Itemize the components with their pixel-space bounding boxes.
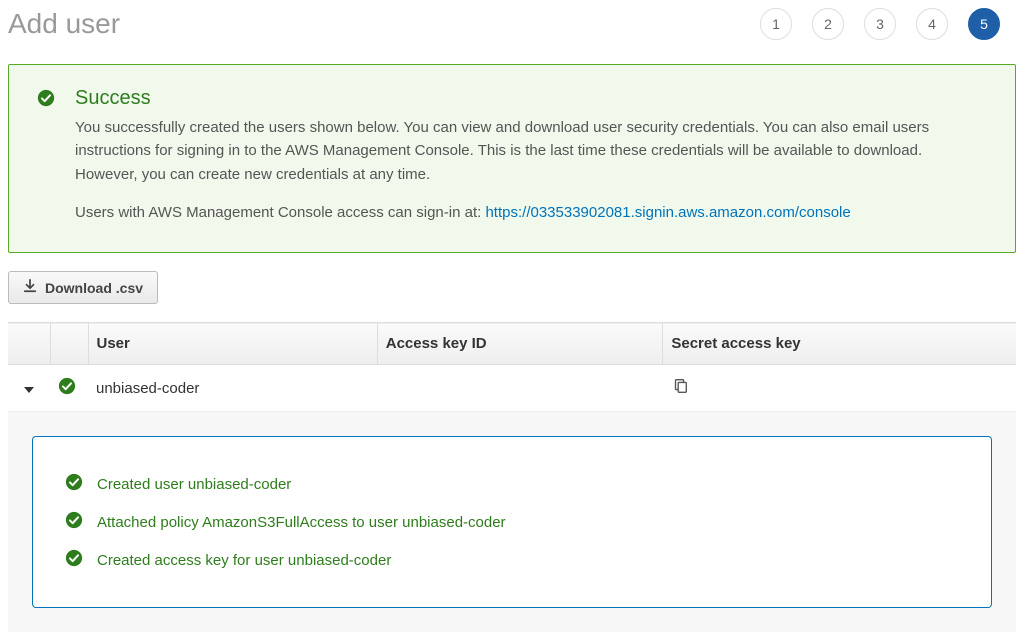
col-status <box>50 323 88 365</box>
row-secret-access-key <box>663 365 1016 412</box>
step-1[interactable]: 1 <box>760 8 792 40</box>
expand-caret-icon[interactable] <box>24 387 34 393</box>
row-status-check-icon <box>58 382 76 399</box>
success-text: You successfully created the users shown… <box>75 116 987 186</box>
success-signin-prefix: Users with AWS Management Console access… <box>75 204 485 221</box>
step-2[interactable]: 2 <box>812 8 844 40</box>
users-table: User Access key ID Secret access key unb… <box>8 322 1016 412</box>
col-access-key-id: Access key ID <box>377 323 663 365</box>
download-csv-label: Download .csv <box>45 280 143 296</box>
stepper: 1 2 3 4 5 <box>760 8 1016 40</box>
download-csv-button[interactable]: Download .csv <box>8 271 158 304</box>
detail-item: Attached policy AmazonS3FullAccess to us… <box>65 503 959 541</box>
success-alert: Success You successfully created the use… <box>8 64 1016 253</box>
copy-icon[interactable] <box>671 377 689 399</box>
page-title: Add user <box>8 8 120 40</box>
detail-text: Attached policy AmazonS3FullAccess to us… <box>97 514 506 531</box>
detail-text: Created user unbiased-coder <box>97 476 291 493</box>
col-user: User <box>88 323 377 365</box>
step-3[interactable]: 3 <box>864 8 896 40</box>
check-icon <box>65 511 83 533</box>
check-icon <box>65 549 83 571</box>
success-title: Success <box>75 87 987 110</box>
detail-text: Created access key for user unbiased-cod… <box>97 552 391 569</box>
row-username: unbiased-coder <box>88 365 377 412</box>
check-icon <box>65 473 83 495</box>
detail-item: Created access key for user unbiased-cod… <box>65 541 959 579</box>
success-check-icon <box>37 89 55 110</box>
download-icon <box>23 279 37 296</box>
col-secret-access-key: Secret access key <box>663 323 1016 365</box>
row-access-key-id <box>377 365 663 412</box>
detail-list: Created user unbiased-coder Attached pol… <box>65 465 959 579</box>
detail-panel: Created user unbiased-coder Attached pol… <box>8 412 1016 632</box>
table-row: unbiased-coder <box>8 365 1016 412</box>
step-4[interactable]: 4 <box>916 8 948 40</box>
col-expand <box>8 323 50 365</box>
step-5[interactable]: 5 <box>968 8 1000 40</box>
page-header: Add user 1 2 3 4 5 <box>8 8 1016 40</box>
success-signin-line: Users with AWS Management Console access… <box>75 202 987 225</box>
detail-item: Created user unbiased-coder <box>65 465 959 503</box>
detail-box: Created user unbiased-coder Attached pol… <box>32 436 992 608</box>
signin-url-link[interactable]: https://033533902081.signin.aws.amazon.c… <box>485 204 850 221</box>
